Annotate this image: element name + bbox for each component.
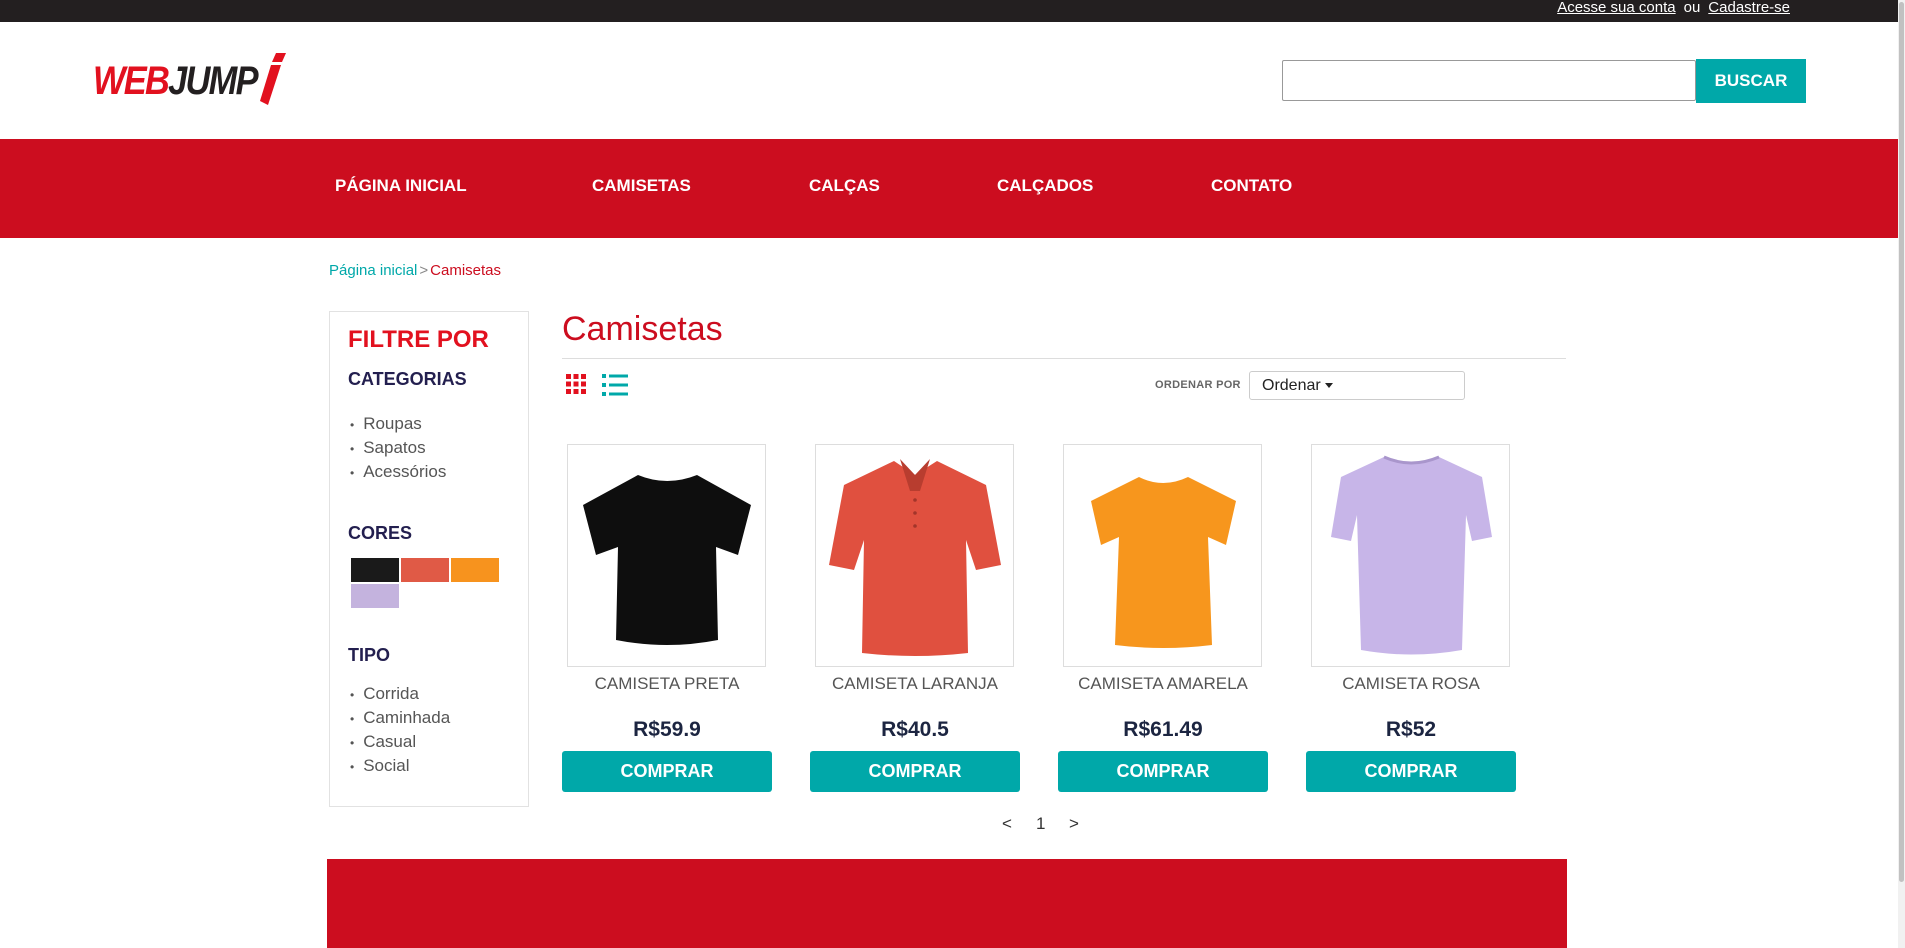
nav-item-home[interactable]: PÁGINA INICIAL [335, 176, 467, 196]
title-divider [562, 358, 1566, 359]
type-item-social[interactable]: Social [348, 754, 450, 778]
sort-label: ORDENAR POR [1155, 379, 1241, 391]
pagination-prev[interactable]: < [1002, 814, 1012, 834]
product-image[interactable] [1311, 444, 1510, 667]
webjump-logo[interactable]: WEBJUMP [93, 53, 286, 107]
product-name[interactable]: CAMISETA PRETA [562, 674, 772, 694]
color-swatch-red[interactable] [401, 558, 449, 582]
breadcrumb-home-link[interactable]: Página inicial [329, 262, 417, 279]
logo-wordmark: WEBJUMP [93, 59, 259, 103]
tshirt-icon [1091, 477, 1236, 648]
breadcrumb: Página inicial > Camisetas [329, 262, 501, 279]
product-name[interactable]: CAMISETA LARANJA [810, 674, 1020, 694]
category-item-sapatos[interactable]: Sapatos [348, 436, 446, 460]
categories-heading: CATEGORIAS [348, 369, 467, 389]
colors-heading: CORES [348, 523, 413, 543]
product-name[interactable]: CAMISETA AMARELA [1058, 674, 1268, 694]
list-view-icon[interactable] [602, 374, 628, 396]
category-item-acessorios[interactable]: Acessórios [348, 460, 446, 484]
scrollbar-thumb[interactable] [1899, 2, 1904, 882]
breadcrumb-current: Camisetas [430, 262, 502, 279]
type-item-casual[interactable]: Casual [348, 730, 450, 754]
filter-title: FILTRE POR [348, 326, 489, 353]
color-swatch-black[interactable] [351, 558, 399, 582]
nav-item-calcas[interactable]: CALÇAS [809, 176, 880, 196]
color-swatch-lilac[interactable] [351, 584, 399, 608]
polo-shirt-icon [829, 459, 1001, 656]
pagination-page[interactable]: 1 [1036, 814, 1045, 834]
grid-view-icon[interactable] [566, 374, 586, 394]
product-image[interactable] [1063, 444, 1262, 667]
top-bar: Acesse sua conta ou Cadastre-se [0, 0, 1898, 22]
product-image[interactable] [815, 444, 1014, 667]
breadcrumb-separator: > [419, 262, 429, 279]
tshirt-icon [583, 475, 751, 645]
page-scrollbar[interactable] [1898, 0, 1905, 948]
buy-button[interactable]: COMPRAR [562, 751, 772, 792]
type-item-caminhada[interactable]: Caminhada [348, 706, 450, 730]
product-name[interactable]: CAMISETA ROSA [1306, 674, 1516, 694]
chevron-down-icon [1324, 383, 1333, 389]
account-links: Acesse sua conta ou Cadastre-se [1557, 0, 1790, 15]
search-button[interactable]: BUSCAR [1696, 59, 1806, 103]
product-price: R$61.49 [1123, 718, 1203, 741]
nav-item-calcados[interactable]: CALÇADOS [997, 176, 1093, 196]
product-price: R$40.5 [881, 718, 949, 741]
page-title: Camisetas [562, 310, 723, 348]
categories-list: Roupas Sapatos Acessórios [348, 412, 446, 484]
category-item-roupas[interactable]: Roupas [348, 412, 446, 436]
signup-link[interactable]: Cadastre-se [1708, 0, 1790, 16]
search-input[interactable] [1282, 60, 1696, 101]
account-links-separator: ou [1683, 0, 1701, 16]
buy-button[interactable]: COMPRAR [1306, 751, 1516, 792]
product-price: R$59.9 [633, 718, 701, 741]
buy-button[interactable]: COMPRAR [810, 751, 1020, 792]
color-swatch-orange[interactable] [451, 558, 499, 582]
product-image[interactable] [567, 444, 766, 667]
logo-mark-icon [260, 53, 286, 105]
pagination-next[interactable]: > [1069, 814, 1079, 834]
product-price: R$52 [1385, 718, 1437, 741]
nav-item-camisetas[interactable]: CAMISETAS [592, 176, 691, 196]
type-list: Corrida Caminhada Casual Social [348, 682, 450, 778]
sort-dropdown[interactable]: Ordenar [1249, 371, 1465, 400]
footer [327, 859, 1567, 948]
login-link[interactable]: Acesse sua conta [1557, 0, 1675, 16]
nav-item-contato[interactable]: CONTATO [1211, 176, 1292, 196]
type-heading: TIPO [348, 645, 391, 665]
type-item-corrida[interactable]: Corrida [348, 682, 450, 706]
main-navigation: PÁGINA INICIAL CAMISETAS CALÇAS CALÇADOS… [0, 139, 1898, 238]
tshirt-icon [1331, 455, 1492, 655]
buy-button[interactable]: COMPRAR [1058, 751, 1268, 792]
filter-sidebar: FILTRE POR CATEGORIAS Roupas Sapatos Ace… [329, 311, 529, 807]
sort-dropdown-value: Ordenar [1262, 377, 1321, 394]
